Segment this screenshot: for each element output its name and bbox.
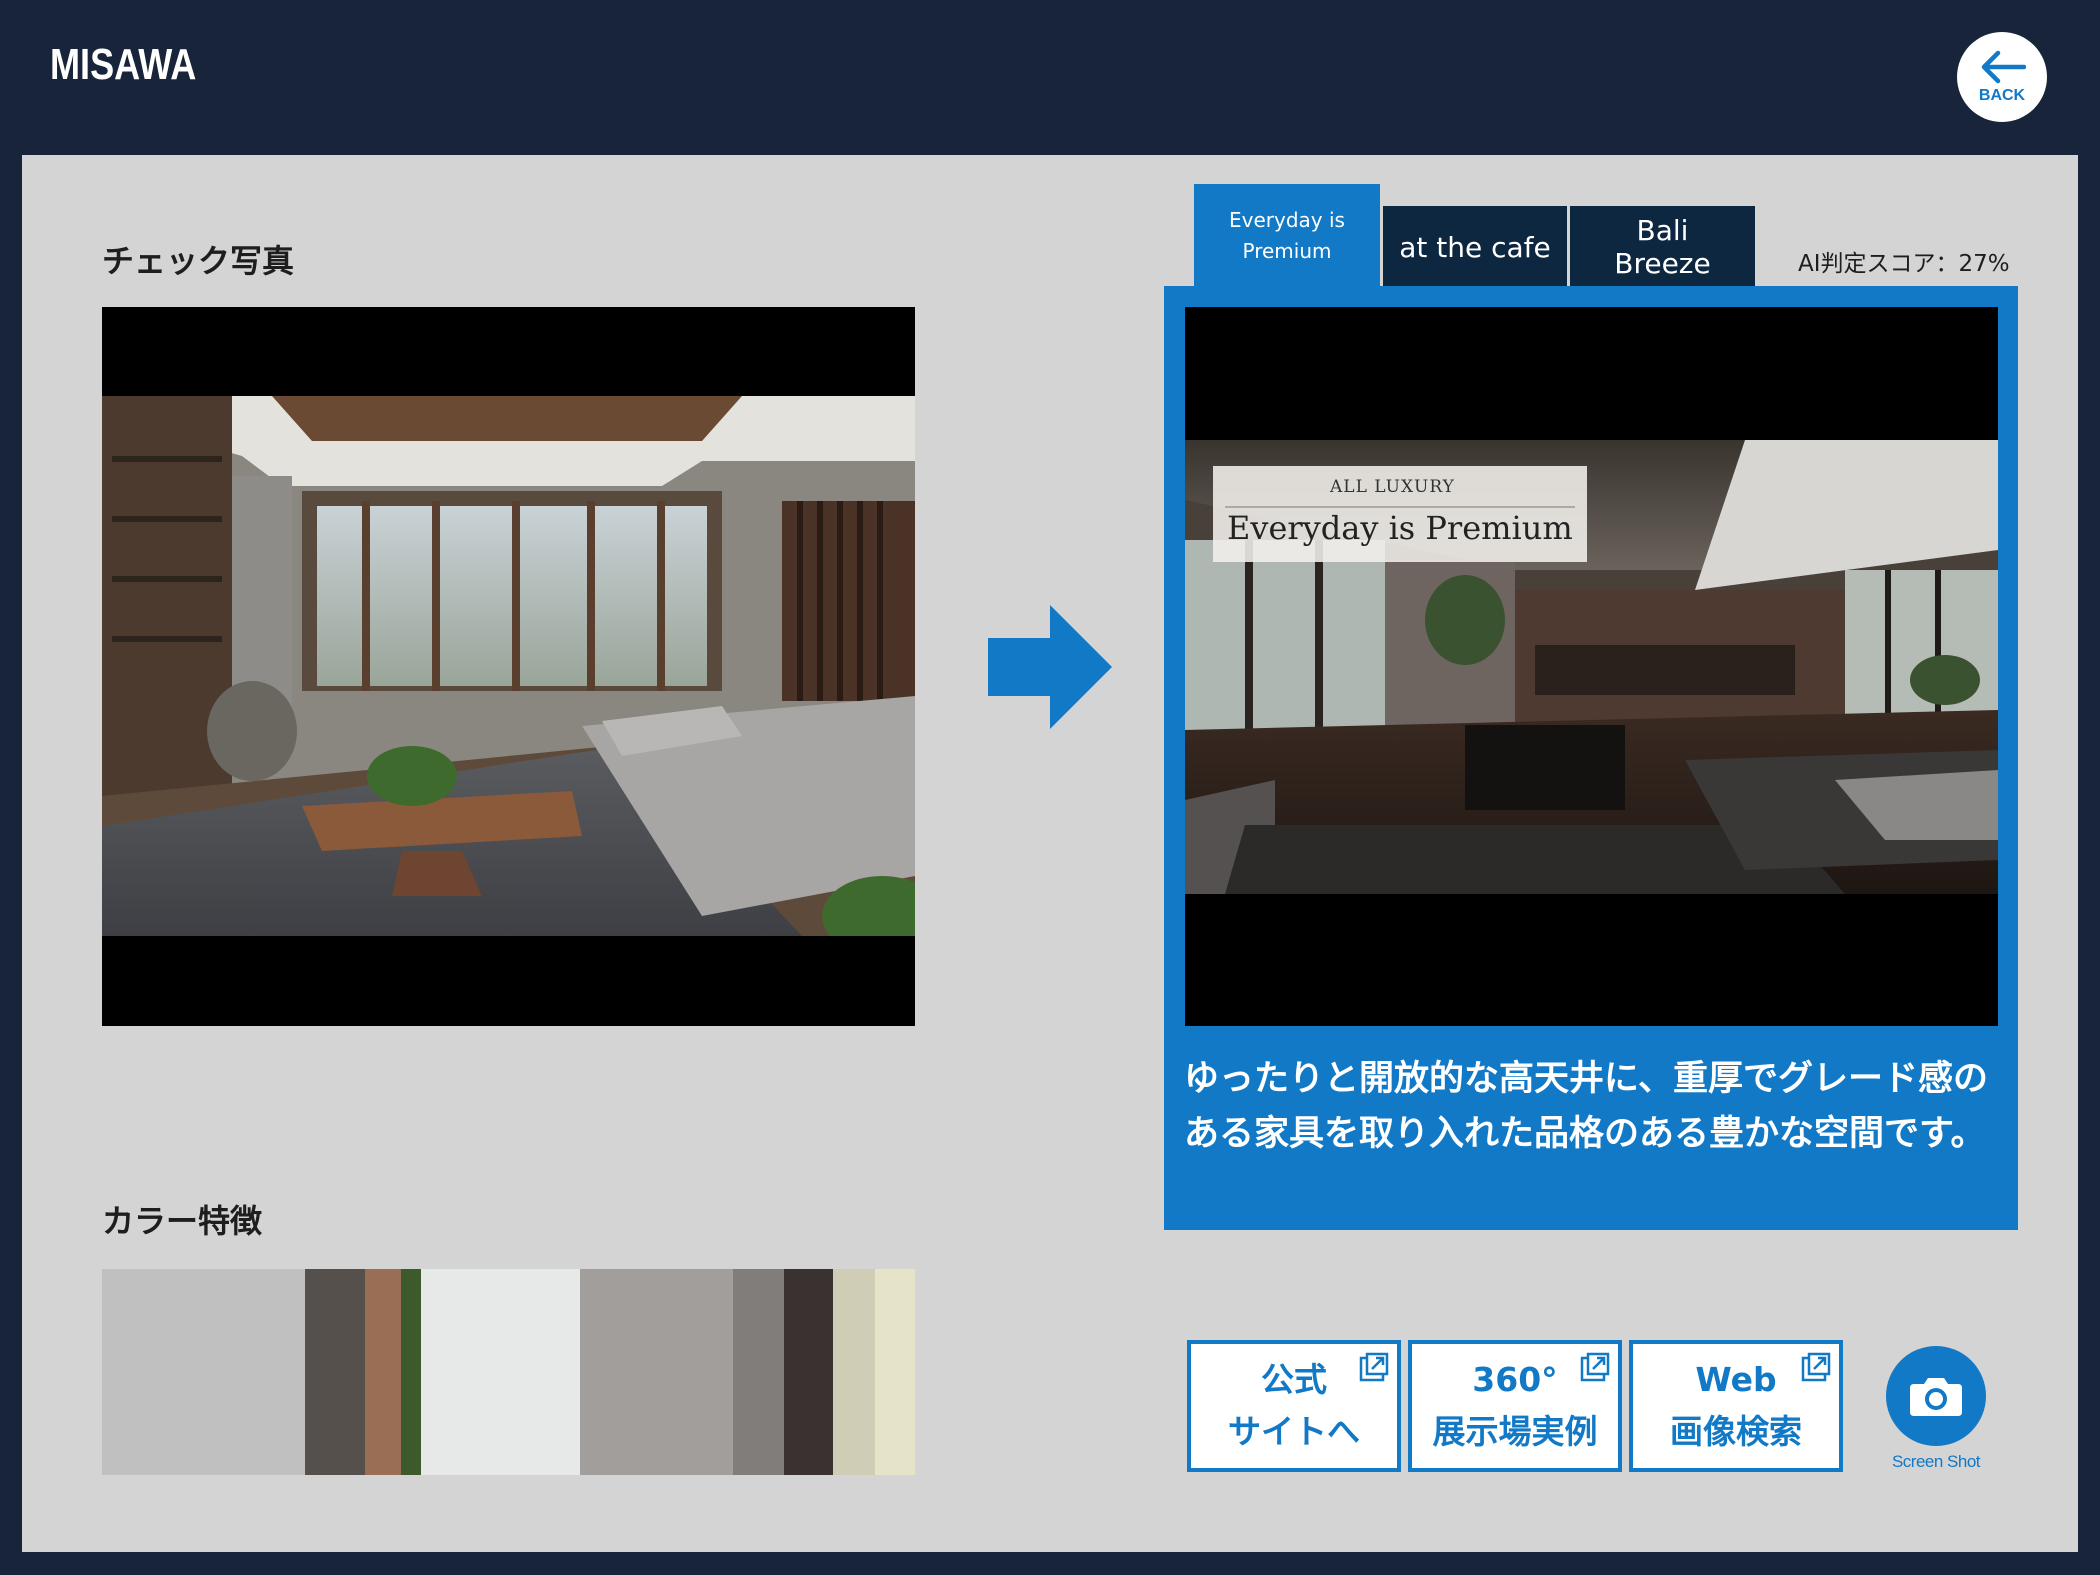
screenshot-label: Screen Shot [1891,1452,1981,1471]
color-swatch [365,1269,401,1475]
tab-at-the-cafe[interactable]: at the cafe [1383,206,1567,288]
check-photo-image [102,396,915,936]
ai-score: AI判定スコア：27% [1798,251,2010,277]
screenshot-control: Screen Shot [1880,1346,1992,1472]
official-site-button[interactable]: 公式 サイトへ [1187,1340,1401,1472]
result-photo: ALL LUXURY Everyday is Premium [1185,307,1998,1026]
color-swatch [421,1269,580,1475]
overlay-title: Everyday is Premium [1227,509,1573,547]
check-photo [102,307,915,1026]
color-swatch [733,1269,784,1475]
color-swatch [580,1269,733,1475]
color-swatch [833,1269,875,1475]
screenshot-button[interactable] [1886,1346,1986,1446]
arrow-left-icon [1981,50,2026,84]
color-swatch [401,1269,421,1475]
showroom-360-button[interactable]: 360° 展示場実例 [1408,1340,1622,1472]
external-link-icon [1359,1352,1389,1382]
color-features-title: カラー特徴 [102,1202,263,1240]
back-button[interactable]: BACK [1957,32,2047,122]
color-swatch [875,1269,915,1475]
showroom-line2: 展示場実例 [1432,1412,1598,1451]
misawa-logo: MISAWA [50,40,197,89]
color-swatch [784,1269,833,1475]
external-link-icon [1580,1352,1610,1382]
back-label: BACK [1978,87,2026,104]
color-swatch [102,1269,305,1475]
official-line2: サイトへ [1228,1412,1360,1451]
web-image-search-button[interactable]: Web 画像検索 [1629,1340,1843,1472]
overlay-small-text: ALL LUXURY [1330,477,1455,497]
style-tabs: Everyday is Premium at the cafe Bali Bre… [1194,184,1758,288]
tab-everyday-is-premium[interactable]: Everyday is Premium [1194,184,1380,288]
color-palette [102,1269,915,1475]
external-link-icon [1801,1352,1831,1382]
arrow-right-icon [988,605,1112,733]
tab-bali-breeze[interactable]: Bali Breeze [1570,206,1755,288]
style-description: ゆったりと開放的な高天井に、重厚でグレード感のある家具を取り入れた品格のある豊か… [1184,1059,1988,1154]
web-line2: 画像検索 [1670,1412,1802,1451]
check-photo-title: チェック写真 [102,242,295,280]
color-swatch [305,1269,365,1475]
camera-icon [1910,1378,1962,1416]
